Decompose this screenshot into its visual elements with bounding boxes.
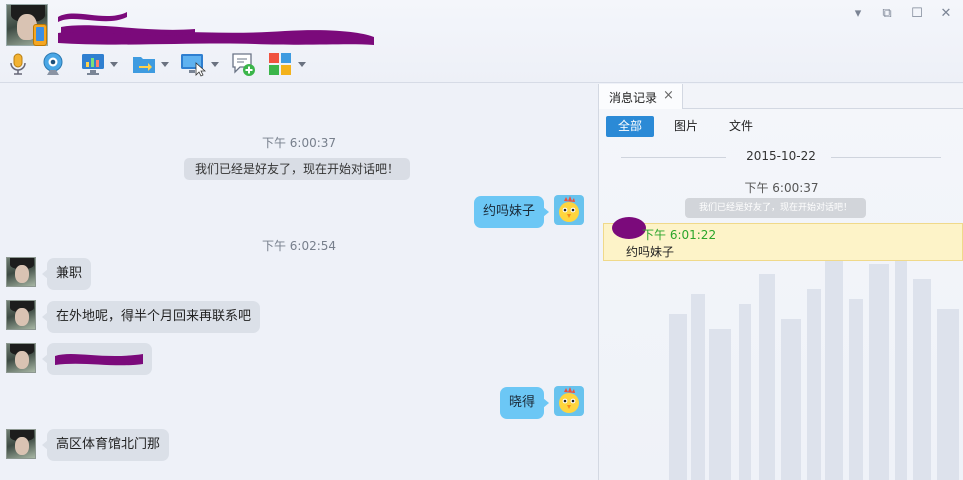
menu-dropdown-button[interactable]: ▾ [850,6,866,22]
close-icon[interactable]: × [663,88,674,103]
filter-images-button[interactable]: 图片 [662,116,710,137]
tab-message-history[interactable]: 消息记录 × [599,84,683,109]
chick-avatar-icon [559,196,579,222]
restore-button[interactable]: ⧉ [879,6,895,22]
maximize-button[interactable]: ☐ [909,6,925,22]
city-skyline-background [669,234,959,480]
tab-label: 消息记录 [609,91,658,105]
webcam-icon [43,52,63,75]
filter-files-button[interactable]: 文件 [717,116,765,137]
history-timestamp: 下午 6:00:37 [744,181,819,195]
close-icon: ✕ [940,6,952,21]
outgoing-message-bubble[interactable]: 晓得 [500,387,550,419]
dropdown-arrow-icon [110,62,118,67]
incoming-message-bubble[interactable]: 高区体育馆北门那 [41,429,170,461]
message-timestamp: 下午 6:00:37 [261,136,337,150]
contact-avatar-small[interactable] [6,300,36,330]
monitor-chart-icon [82,54,104,75]
chevron-down-icon: ▾ [854,6,862,21]
date-separator: 2015-10-22 [621,149,941,165]
redaction-scribble [55,354,143,366]
dropdown-arrow-icon [298,62,306,67]
avatar-face [15,308,29,326]
dropdown-arrow-icon [211,62,219,67]
redacted-contact-name [58,12,374,45]
incoming-message-bubble[interactable]: 在外地呢，得半个月回来再联系吧 [41,301,261,333]
chat-add-icon [232,53,255,76]
self-avatar[interactable] [554,195,584,225]
history-entry-highlighted[interactable]: 下午 6:01:22 约吗妹子 [603,217,963,261]
system-message: 我们已经是好友了，现在开始对话吧！ [184,158,410,180]
incoming-message-bubble[interactable]: 兼职 [41,258,92,290]
history-timestamp: 下午 6:01:22 [642,228,717,242]
chat-window-header: ▾ ⧉ ☐ ✕ [0,0,963,83]
screen-share-button[interactable] [80,51,120,79]
microphone-icon [10,53,26,75]
restore-icon: ⧉ [882,6,892,21]
dropdown-arrow-icon [161,62,169,67]
separator-line [831,157,941,158]
history-date: 2015-10-22 [746,149,816,163]
voice-call-button[interactable] [5,51,31,79]
video-call-button[interactable] [40,51,66,79]
file-transfer-button[interactable] [131,51,171,79]
incoming-message-bubble-redacted[interactable] [42,343,152,375]
chat-message-area[interactable]: 下午 6:00:37 我们已经是好友了，现在开始对话吧！ 约吗妹子 下午 6:0… [0,84,598,480]
contact-avatar-small[interactable] [6,429,36,459]
create-discussion-button[interactable] [230,51,256,79]
chick-avatar-icon [559,387,579,413]
message-timestamp: 下午 6:02:54 [261,239,337,253]
remote-desktop-icon [181,54,206,77]
message-history-panel: 消息记录 × 全部 图片 文件 2015-10-22 下午 6:00:37 我们… [598,84,963,480]
maximize-icon: ☐ [911,6,923,21]
mobile-online-icon [33,24,47,46]
avatar-face [15,265,29,283]
history-tab-bar: 消息记录 × [599,84,963,109]
apps-button[interactable] [267,51,307,79]
avatar-face [15,351,29,369]
contact-avatar-small[interactable] [6,343,36,373]
remote-assist-button[interactable] [180,51,220,79]
close-button[interactable]: ✕ [938,6,954,22]
history-message-text: 约吗妹子 [626,245,675,259]
self-avatar[interactable] [554,386,584,416]
apps-grid-icon [269,53,291,75]
contact-avatar-small[interactable] [6,257,36,287]
outgoing-message-bubble[interactable]: 约吗妹子 [474,196,550,228]
avatar-face [15,437,29,455]
filter-all-button[interactable]: 全部 [606,116,654,137]
history-system-message: 我们已经是好友了，现在开始对话吧！ [685,198,866,218]
folder-arrow-icon [133,57,155,73]
